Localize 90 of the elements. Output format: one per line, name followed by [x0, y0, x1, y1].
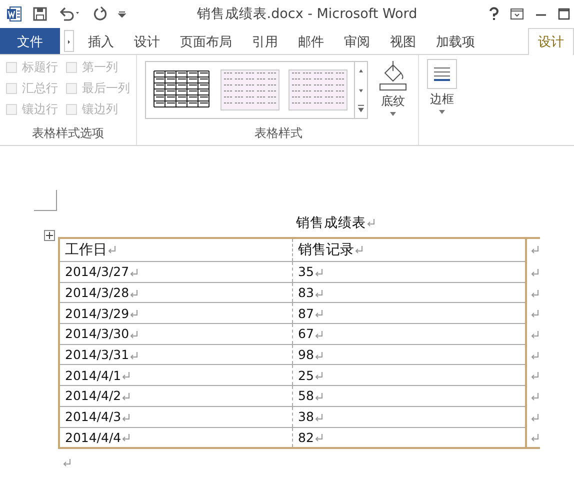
paragraph-mark-icon	[531, 434, 539, 442]
group-label: 表格样式选项	[31, 125, 105, 142]
paragraph-mark-icon	[314, 290, 323, 298]
table-move-handle-icon[interactable]	[44, 230, 55, 241]
text-boundary-mark	[34, 190, 57, 211]
ribbon-tab[interactable]: 审阅	[334, 28, 380, 55]
paragraph-mark-icon	[122, 414, 130, 422]
table-cell: 67	[298, 326, 314, 342]
paragraph-mark-icon	[531, 290, 539, 298]
undo-icon[interactable]	[58, 6, 82, 22]
paragraph-mark-icon	[314, 352, 323, 360]
table-cell: 82	[298, 430, 314, 445]
table-cell: 2014/3/30	[65, 326, 130, 342]
redo-icon[interactable]	[92, 6, 108, 22]
table-cell: 25	[298, 368, 314, 383]
paragraph-mark-icon	[531, 330, 539, 339]
ribbon-tab[interactable]: 设计	[124, 28, 170, 55]
customize-caret-icon[interactable]	[118, 10, 126, 18]
shading-button[interactable]: 底纹	[374, 59, 412, 116]
checkbox-label: 第一列	[82, 59, 118, 76]
caret-icon	[390, 112, 396, 116]
table-style-thumbnail[interactable]	[220, 69, 280, 111]
paragraph-mark-icon	[63, 458, 71, 467]
paragraph-mark-icon	[355, 246, 363, 254]
ribbon-tab[interactable]: 邮件	[288, 28, 334, 55]
paint-bucket-icon	[377, 59, 409, 91]
ribbon-tab[interactable]: 设计	[528, 28, 574, 55]
ribbon-tab[interactable]: 引用	[242, 28, 288, 55]
paragraph-mark-icon	[130, 310, 138, 318]
paragraph-mark-icon	[531, 352, 539, 360]
save-icon[interactable]	[32, 6, 48, 22]
table-cell: 2014/4/3	[65, 409, 122, 424]
paragraph-mark-icon	[122, 393, 130, 402]
paragraph-mark-icon	[130, 352, 138, 360]
ribbon-tab[interactable]: 加载项	[426, 28, 485, 55]
table-style-thumbnail[interactable]	[288, 69, 348, 111]
group-label: 表格样式	[254, 125, 304, 142]
table-cell: 2014/3/27	[65, 264, 130, 280]
column-header: 工作日	[65, 242, 107, 258]
ribbon-tab[interactable]: 视图	[380, 28, 426, 55]
table-cell: 35	[298, 264, 314, 280]
paragraph-mark-icon	[130, 290, 138, 298]
caret-icon	[439, 110, 445, 114]
paragraph-mark-icon	[314, 310, 323, 318]
table-cell: 58	[298, 388, 314, 404]
ribbon-display-icon[interactable]	[510, 8, 524, 20]
paragraph-mark-icon	[314, 372, 323, 380]
checkbox-label: 最后一列	[82, 80, 130, 97]
borders-button[interactable]: 边框	[425, 59, 459, 114]
paragraph-mark-icon	[314, 393, 323, 402]
table-cell: 2014/3/31	[65, 347, 130, 362]
document-title: 销售成绩表	[296, 215, 366, 231]
paragraph-mark-icon	[531, 246, 539, 254]
paragraph-mark-icon	[122, 434, 130, 442]
ribbon-tab[interactable]: 文件	[0, 28, 60, 54]
paragraph-mark-icon	[367, 219, 375, 228]
paragraph-mark-icon	[531, 414, 539, 422]
table-cell: 98	[298, 347, 314, 362]
word-logo-icon[interactable]	[6, 6, 22, 22]
paragraph-mark-icon	[531, 372, 539, 380]
maximize-icon[interactable]	[558, 8, 570, 20]
ribbon-tab[interactable]: 页面布局	[170, 28, 242, 55]
paragraph-mark-icon	[108, 246, 116, 254]
column-header: 销售记录	[298, 242, 354, 258]
paragraph-mark-icon	[314, 330, 323, 339]
table-cell: 83	[298, 285, 314, 300]
ribbon-tab[interactable]: 插入	[78, 28, 124, 55]
window-title: 销售成绩表.docx - Microsoft Word	[196, 5, 418, 23]
table-cell: 87	[298, 306, 314, 321]
paragraph-mark-icon	[531, 310, 539, 318]
paragraph-mark-icon	[314, 434, 323, 442]
checkbox-label: 镶边列	[82, 101, 118, 118]
table-cell: 2014/4/2	[65, 388, 122, 404]
paragraph-mark-icon	[314, 414, 323, 422]
paragraph-mark-icon	[122, 372, 130, 380]
paragraph-mark-icon	[130, 330, 138, 339]
paragraph-mark-icon	[130, 268, 138, 277]
paragraph-mark-icon	[531, 393, 539, 402]
paragraph-mark-icon	[531, 268, 539, 277]
borders-icon	[427, 59, 457, 89]
help-icon[interactable]	[488, 7, 500, 21]
checkbox-label: 镶边行	[22, 101, 58, 118]
checkbox-label: 标题行	[22, 59, 58, 76]
table-cell: 2014/4/4	[65, 430, 122, 445]
paragraph-mark-icon	[314, 268, 323, 277]
checkbox-label: 汇总行	[22, 80, 58, 97]
table-cell: 2014/4/1	[65, 368, 122, 383]
table-cell: 38	[298, 409, 314, 424]
table-cell: 2014/3/29	[65, 306, 130, 321]
table-cell: 2014/3/28	[65, 285, 130, 300]
